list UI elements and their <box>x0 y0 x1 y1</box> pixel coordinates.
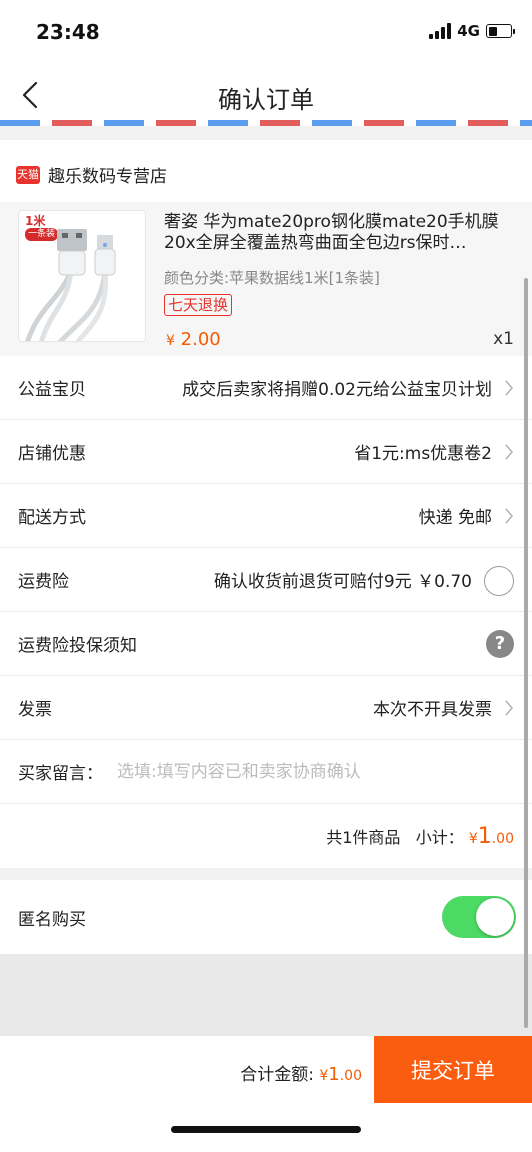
total-label: 合计金额: <box>240 1065 314 1085</box>
item-count: 共1件商品 <box>326 828 401 847</box>
total-decimal: .00 <box>339 1068 362 1084</box>
buyer-message-input[interactable] <box>117 761 497 782</box>
anonymous-purchase-toggle[interactable] <box>442 896 516 938</box>
product-quantity: x1 <box>493 329 514 349</box>
chevron-right-icon <box>505 380 514 396</box>
page-title: 确认订单 <box>218 86 314 114</box>
chevron-right-icon <box>505 444 514 460</box>
chevron-right-icon <box>505 700 514 716</box>
subtotal: 共1件商品 小计： ¥1.00 <box>326 824 514 849</box>
status-icons: 4G <box>429 22 515 40</box>
shipping-insurance-label: 运费险 <box>18 572 69 592</box>
delivery-row[interactable]: 配送方式 快递 免邮 <box>0 484 532 548</box>
subtotal-amount: ¥1.00 <box>469 824 514 849</box>
network-type: 4G <box>457 22 480 40</box>
submit-order-button[interactable]: 提交订单 <box>374 1036 532 1103</box>
total-amount: ¥1.00 <box>319 1064 362 1085</box>
subtotal-symbol: ¥ <box>468 831 478 847</box>
delivery-label: 配送方式 <box>18 508 86 528</box>
footer-bar: 合计金额: ¥1.00 提交订单 <box>0 1036 532 1152</box>
product-item[interactable]: 1米 一条装 奢姿 华为mate20pro钢化膜mate20手机膜20x全屏全覆… <box>0 202 532 356</box>
shop-name: 趣乐数码专营店 <box>48 167 167 187</box>
invoice-value: 本次不开具发票 <box>373 700 492 720</box>
help-icon[interactable]: ? <box>486 630 514 658</box>
seven-day-return-badge: 七天退换 <box>164 294 233 316</box>
insurance-notice-row[interactable]: 运费险投保须知 ? <box>0 612 532 676</box>
battery-level <box>488 26 497 36</box>
signal-icon <box>429 23 452 39</box>
shipping-insurance-radio[interactable] <box>484 566 514 596</box>
anonymous-purchase-row: 匿名购买 <box>0 880 532 954</box>
home-indicator[interactable] <box>171 1126 361 1133</box>
price-value: 2.00 <box>180 329 221 350</box>
scrollbar[interactable] <box>524 278 528 1028</box>
usb-cable-illustration <box>25 229 116 341</box>
toggle-knob <box>476 898 514 936</box>
total-symbol: ¥ <box>319 1068 329 1084</box>
delivery-value: 快递 免邮 <box>418 508 492 528</box>
product-title: 奢姿 华为mate20pro钢化膜mate20手机膜20x全屏全覆盖热弯曲面全包… <box>164 212 499 253</box>
order-options: 公益宝贝 成交后卖家将捐赠0.02元给公益宝贝计划 店铺优惠 省1元:ms优惠卷… <box>0 356 532 868</box>
charity-label: 公益宝贝 <box>18 380 86 400</box>
shop-discount-value: 省1元:ms优惠卷2 <box>354 444 492 464</box>
buyer-message-label: 买家留言： <box>18 764 103 784</box>
insurance-notice-label: 运费险投保须知 <box>18 636 137 656</box>
nav-bar: 确认订单 <box>0 64 532 126</box>
shop-discount-label: 店铺优惠 <box>18 444 86 464</box>
shop-discount-row[interactable]: 店铺优惠 省1元:ms优惠卷2 <box>0 420 532 484</box>
shipping-insurance-row: 运费险 确认收货前退货可赔付9元 ￥0.70 <box>0 548 532 612</box>
subtotal-integer: 1 <box>477 824 492 849</box>
shop-card: 天猫 趣乐数码专营店 1米 一条装 奢姿 华为mate20pro钢化膜mate2… <box>0 140 532 356</box>
shop-header[interactable]: 天猫 趣乐数码专营店 <box>16 162 167 187</box>
total: 合计金额: ¥1.00 <box>240 1060 362 1085</box>
product-spec: 颜色分类:苹果数据线1米[1条装] <box>164 269 380 287</box>
subtotal-decimal: .00 <box>491 831 514 847</box>
status-bar: 23:48 4G <box>0 0 532 64</box>
anonymous-purchase-label: 匿名购买 <box>18 909 86 930</box>
shipping-insurance-value: 确认收货前退货可赔付9元 ￥0.70 <box>213 572 472 592</box>
invoice-label: 发票 <box>18 700 52 720</box>
product-image: 1米 一条装 <box>18 210 146 342</box>
charity-value: 成交后卖家将捐赠0.02元给公益宝贝计划 <box>182 380 492 400</box>
address-envelope-border <box>0 120 532 126</box>
total-integer: 1 <box>328 1064 340 1085</box>
charity-row[interactable]: 公益宝贝 成交后卖家将捐赠0.02元给公益宝贝计划 <box>0 356 532 420</box>
invoice-row[interactable]: 发票 本次不开具发票 <box>0 676 532 740</box>
battery-icon <box>486 24 515 38</box>
subtotal-label: 小计： <box>415 828 464 847</box>
tmall-logo-icon: 天猫 <box>16 165 40 184</box>
empty-area <box>0 954 532 1036</box>
buyer-message-row: 买家留言： <box>0 740 532 804</box>
subtotal-row: 共1件商品 小计： ¥1.00 <box>0 804 532 868</box>
chevron-right-icon <box>505 508 514 524</box>
product-price: ¥ 2.00 <box>166 329 221 350</box>
price-symbol: ¥ <box>166 333 175 349</box>
status-time: 23:48 <box>36 20 100 44</box>
